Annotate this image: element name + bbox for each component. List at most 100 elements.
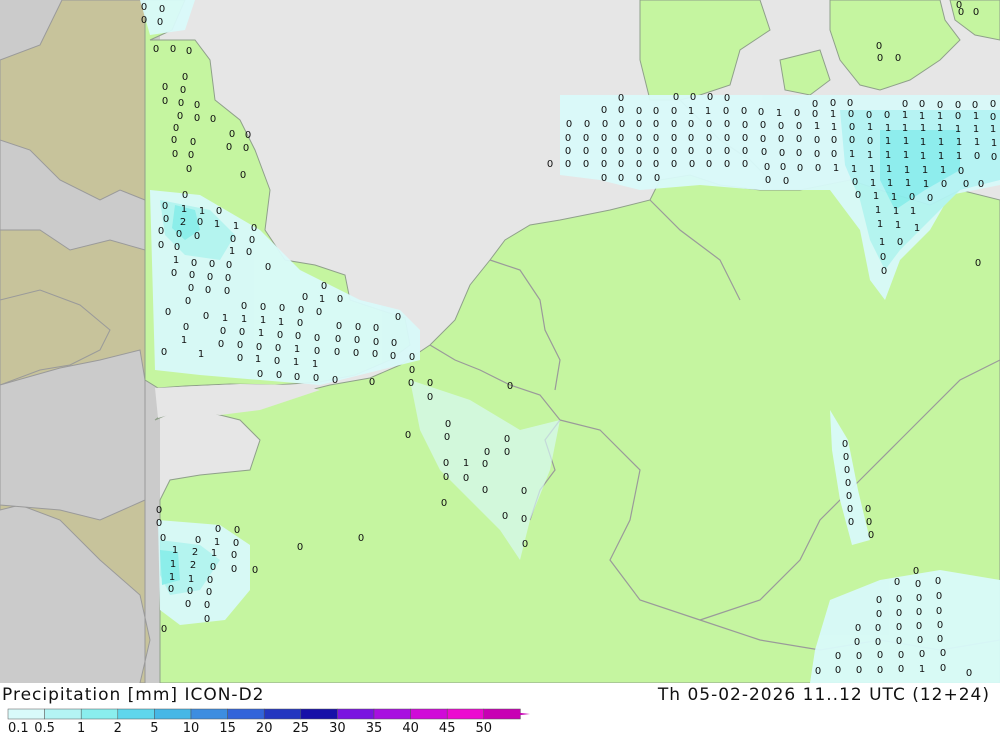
precip-value-label: 0 — [671, 159, 677, 170]
precip-value-label: 0 — [724, 133, 730, 144]
precip-value-label: 0 — [205, 285, 211, 296]
precip-value-label: 0 — [894, 577, 900, 588]
precip-value-label: 1 — [463, 458, 469, 469]
precip-value-label: 0 — [742, 133, 748, 144]
precip-value-label: 0 — [927, 193, 933, 204]
precip-value-label: 0 — [974, 151, 980, 162]
precip-value-label: 0 — [298, 305, 304, 316]
precip-value-label: 0 — [565, 159, 571, 170]
precip-value-label: 0 — [316, 307, 322, 318]
precip-value-label: 0 — [689, 159, 695, 170]
precip-value-label: 0 — [156, 518, 162, 529]
model-name: ICON-D2 — [184, 685, 265, 705]
legend-tick-label: 35 — [366, 721, 383, 733]
precip-value-label: 0 — [156, 505, 162, 516]
precip-value-label: 0 — [443, 472, 449, 483]
precip-value-label: 1 — [814, 121, 820, 132]
precip-value-label: 0 — [636, 159, 642, 170]
precip-value-label: 0 — [207, 575, 213, 586]
precip-value-label: 0 — [240, 170, 246, 181]
precip-value-label: 0 — [618, 159, 624, 170]
precip-value-label: 0 — [353, 348, 359, 359]
precip-value-label: 0 — [653, 119, 659, 130]
precip-value-label: 1 — [920, 123, 926, 134]
legend-tick-label: 15 — [219, 721, 236, 733]
precip-value-label: 2 — [180, 217, 186, 228]
precip-value-label: 0 — [203, 311, 209, 322]
legend-tick-label: 30 — [329, 721, 346, 733]
precip-value-label: 0 — [936, 591, 942, 602]
legend-tick-label: 1 — [77, 721, 85, 733]
legend-swatch — [373, 708, 411, 720]
precip-value-label: 1 — [905, 178, 911, 189]
precip-value-label: 0 — [916, 621, 922, 632]
precip-value-label: 0 — [158, 226, 164, 237]
precip-value-label: 0 — [601, 105, 607, 116]
precip-value-label: 1 — [973, 111, 979, 122]
precip-value-label: 0 — [160, 533, 166, 544]
precip-value-label: 0 — [602, 119, 608, 130]
precip-value-label: 0 — [194, 113, 200, 124]
precip-value-label: 1 — [688, 106, 694, 117]
precip-value-label: 0 — [618, 133, 624, 144]
precip-value-label: 0 — [909, 192, 915, 203]
precip-value-label: 1 — [902, 123, 908, 134]
precip-value-label: 0 — [847, 98, 853, 109]
precip-value-label: 0 — [844, 465, 850, 476]
precip-value-label: 0 — [865, 504, 871, 515]
precip-value-label: 0 — [723, 106, 729, 117]
precip-value-label: 0 — [688, 146, 694, 157]
precip-value-label: 0 — [941, 179, 947, 190]
precip-value-label: 1 — [211, 548, 217, 559]
precip-value-label: 1 — [875, 205, 881, 216]
precip-value-label: 0 — [229, 129, 235, 140]
precip-value-label: 0 — [162, 82, 168, 93]
precip-value-label: 0 — [636, 173, 642, 184]
precip-value-label: 0 — [390, 351, 396, 362]
precip-value-label: 0 — [277, 330, 283, 341]
precip-value-label: 0 — [369, 377, 375, 388]
precip-value-label: 0 — [937, 634, 943, 645]
precip-value-label: 1 — [188, 574, 194, 585]
precip-value-label: 0 — [671, 119, 677, 130]
precip-value-label: 0 — [831, 135, 837, 146]
precip-value-label: 0 — [443, 458, 449, 469]
precip-value-label: 0 — [337, 294, 343, 305]
precip-value-label: 0 — [706, 119, 712, 130]
precip-value-label: 0 — [245, 130, 251, 141]
precip-value-label: 0 — [765, 175, 771, 186]
precip-value-label: 1 — [991, 138, 997, 149]
precip-value-label: 0 — [902, 99, 908, 110]
legend-tick-label: 0.5 — [34, 721, 55, 733]
precip-value-label: 0 — [618, 105, 624, 116]
precip-value-label: 1 — [199, 206, 205, 217]
precip-value-label: 0 — [779, 148, 785, 159]
precip-value-label: 0 — [991, 152, 997, 163]
precip-value-label: 1 — [255, 354, 261, 365]
precip-value-label: 0 — [940, 663, 946, 674]
precip-value-label: 0 — [165, 307, 171, 318]
precip-value-label: 0 — [405, 430, 411, 441]
precip-value-label: 0 — [256, 342, 262, 353]
legend-swatch — [410, 708, 448, 720]
precip-value-label: 0 — [706, 133, 712, 144]
precip-value-label: 0 — [220, 326, 226, 337]
precip-value-label: 1 — [937, 123, 943, 134]
precip-value-label: 0 — [177, 111, 183, 122]
precip-value-label: 0 — [173, 123, 179, 134]
precip-value-label: 0 — [314, 333, 320, 344]
precip-value-label: 0 — [849, 122, 855, 133]
precip-value-label: 0 — [182, 190, 188, 201]
precip-value-label: 0 — [230, 234, 236, 245]
precip-value-label: 0 — [919, 99, 925, 110]
precip-value-label: 0 — [252, 565, 258, 576]
precip-value-label: 0 — [690, 92, 696, 103]
precip-value-label: 0 — [194, 100, 200, 111]
precip-value-label: 0 — [163, 214, 169, 225]
precip-value-label: 0 — [249, 235, 255, 246]
precip-value-label: 0 — [780, 162, 786, 173]
precip-value-label: 0 — [233, 538, 239, 549]
precip-value-label: 1 — [831, 122, 837, 133]
precip-value-label: 0 — [185, 599, 191, 610]
precip-value-label: 0 — [239, 327, 245, 338]
